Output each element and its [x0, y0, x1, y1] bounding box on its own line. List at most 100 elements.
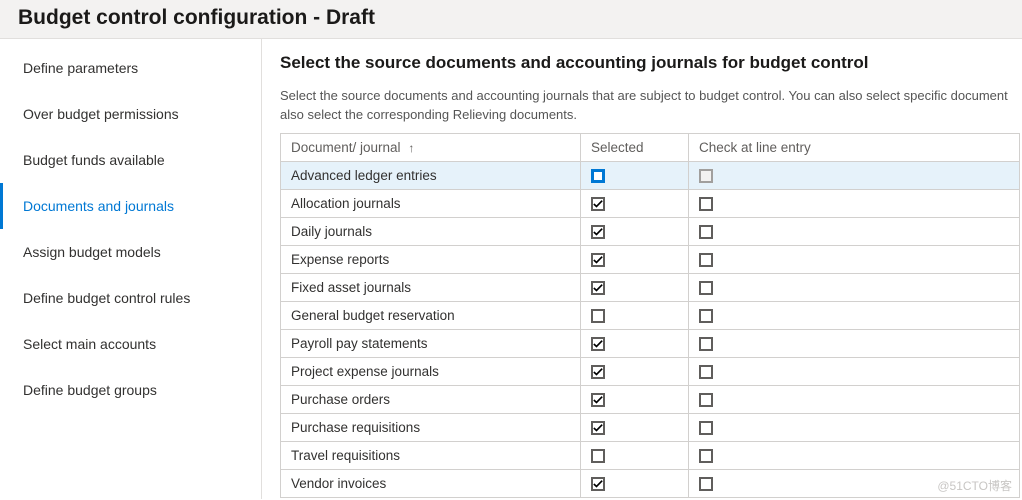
- check-line-checkbox[interactable]: [699, 337, 713, 351]
- document-cell: Expense reports: [281, 245, 581, 273]
- check-line-checkbox[interactable]: [699, 253, 713, 267]
- table-row[interactable]: Vendor invoices: [281, 469, 1020, 497]
- selected-cell: [581, 161, 689, 189]
- checkmark-icon: [593, 339, 603, 349]
- sidebar-item-define-budget-groups[interactable]: Define budget groups: [0, 367, 261, 413]
- column-header-check-line[interactable]: Check at line entry: [689, 133, 1020, 161]
- document-name: Advanced ledger entries: [291, 168, 437, 183]
- check-line-checkbox[interactable]: [699, 281, 713, 295]
- document-name: Purchase requisitions: [291, 420, 420, 435]
- sidebar-item-budget-funds-available[interactable]: Budget funds available: [0, 137, 261, 183]
- document-name: Project expense journals: [291, 364, 439, 379]
- selected-checkbox[interactable]: [591, 421, 605, 435]
- table-row[interactable]: Daily journals: [281, 217, 1020, 245]
- document-cell: General budget reservation: [281, 301, 581, 329]
- selected-cell: [581, 357, 689, 385]
- selected-cell: [581, 441, 689, 469]
- table-row[interactable]: Fixed asset journals: [281, 273, 1020, 301]
- table-row[interactable]: Advanced ledger entries: [281, 161, 1020, 189]
- selected-checkbox[interactable]: [591, 253, 605, 267]
- sidebar-item-label: Define budget groups: [23, 382, 157, 398]
- main-description: Select the source documents and accounti…: [280, 87, 1022, 125]
- check-line-cell: [689, 385, 1020, 413]
- check-line-checkbox[interactable]: [699, 393, 713, 407]
- main-heading: Select the source documents and accounti…: [280, 53, 1022, 73]
- check-line-cell: [689, 217, 1020, 245]
- check-line-checkbox: [699, 169, 713, 183]
- check-line-checkbox[interactable]: [699, 449, 713, 463]
- sidebar-item-over-budget-permissions[interactable]: Over budget permissions: [0, 91, 261, 137]
- selected-cell: [581, 413, 689, 441]
- selected-checkbox[interactable]: [591, 365, 605, 379]
- sidebar-item-label: Budget funds available: [23, 152, 165, 168]
- check-line-checkbox[interactable]: [699, 365, 713, 379]
- sidebar-item-assign-budget-models[interactable]: Assign budget models: [0, 229, 261, 275]
- column-header-selected[interactable]: Selected: [581, 133, 689, 161]
- check-line-checkbox[interactable]: [699, 225, 713, 239]
- table-row[interactable]: Expense reports: [281, 245, 1020, 273]
- column-header-document[interactable]: Document/ journal ↑: [281, 133, 581, 161]
- table-row[interactable]: Purchase orders: [281, 385, 1020, 413]
- selected-checkbox[interactable]: [591, 281, 605, 295]
- selected-checkbox[interactable]: [591, 337, 605, 351]
- selected-cell: [581, 385, 689, 413]
- column-header-check-line-label: Check at line entry: [699, 140, 811, 155]
- document-name: Allocation journals: [291, 196, 401, 211]
- check-line-checkbox[interactable]: [699, 309, 713, 323]
- document-name: Fixed asset journals: [291, 280, 411, 295]
- table-row[interactable]: Project expense journals: [281, 357, 1020, 385]
- selected-checkbox[interactable]: [591, 225, 605, 239]
- selected-checkbox[interactable]: [591, 197, 605, 211]
- selected-checkbox[interactable]: [591, 309, 605, 323]
- document-name: Purchase orders: [291, 392, 390, 407]
- check-line-checkbox[interactable]: [699, 421, 713, 435]
- selected-cell: [581, 329, 689, 357]
- check-line-cell: [689, 189, 1020, 217]
- check-line-cell: [689, 469, 1020, 497]
- document-cell: Project expense journals: [281, 357, 581, 385]
- table-row[interactable]: Allocation journals: [281, 189, 1020, 217]
- documents-table: Document/ journal ↑ Selected Check at li…: [280, 133, 1020, 498]
- document-cell: Payroll pay statements: [281, 329, 581, 357]
- selected-checkbox[interactable]: [591, 449, 605, 463]
- sidebar-item-select-main-accounts[interactable]: Select main accounts: [0, 321, 261, 367]
- document-name: Vendor invoices: [291, 476, 386, 491]
- document-name: Daily journals: [291, 224, 372, 239]
- check-line-checkbox[interactable]: [699, 477, 713, 491]
- sidebar-item-label: Documents and journals: [23, 198, 174, 214]
- sidebar-item-define-budget-control-rules[interactable]: Define budget control rules: [0, 275, 261, 321]
- selected-checkbox[interactable]: [591, 169, 605, 183]
- sidebar-item-define-parameters[interactable]: Define parameters: [0, 45, 261, 91]
- check-line-cell: [689, 441, 1020, 469]
- sidebar-item-label: Over budget permissions: [23, 106, 179, 122]
- check-line-cell: [689, 329, 1020, 357]
- selected-cell: [581, 469, 689, 497]
- selected-cell: [581, 301, 689, 329]
- check-line-cell: [689, 273, 1020, 301]
- page-header: Budget control configuration - Draft: [0, 0, 1022, 39]
- document-cell: Vendor invoices: [281, 469, 581, 497]
- document-name: Expense reports: [291, 252, 389, 267]
- check-line-checkbox[interactable]: [699, 197, 713, 211]
- selected-cell: [581, 273, 689, 301]
- sidebar-item-label: Select main accounts: [23, 336, 156, 352]
- document-cell: Advanced ledger entries: [281, 161, 581, 189]
- check-line-cell: [689, 245, 1020, 273]
- checkmark-icon: [593, 395, 603, 405]
- checkmark-icon: [593, 423, 603, 433]
- checkmark-icon: [593, 255, 603, 265]
- table-row[interactable]: Payroll pay statements: [281, 329, 1020, 357]
- table-row[interactable]: Purchase requisitions: [281, 413, 1020, 441]
- table-row[interactable]: Travel requisitions: [281, 441, 1020, 469]
- main-description-line1: Select the source documents and accounti…: [280, 88, 1008, 103]
- page-title: Budget control configuration - Draft: [18, 6, 1004, 30]
- sidebar-item-documents-and-journals[interactable]: Documents and journals: [0, 183, 261, 229]
- selected-checkbox[interactable]: [591, 393, 605, 407]
- table-row[interactable]: General budget reservation: [281, 301, 1020, 329]
- document-name: General budget reservation: [291, 308, 455, 323]
- check-line-cell: [689, 301, 1020, 329]
- sidebar-item-label: Assign budget models: [23, 244, 161, 260]
- selected-checkbox[interactable]: [591, 477, 605, 491]
- document-cell: Allocation journals: [281, 189, 581, 217]
- sidebar-item-label: Define budget control rules: [23, 290, 190, 306]
